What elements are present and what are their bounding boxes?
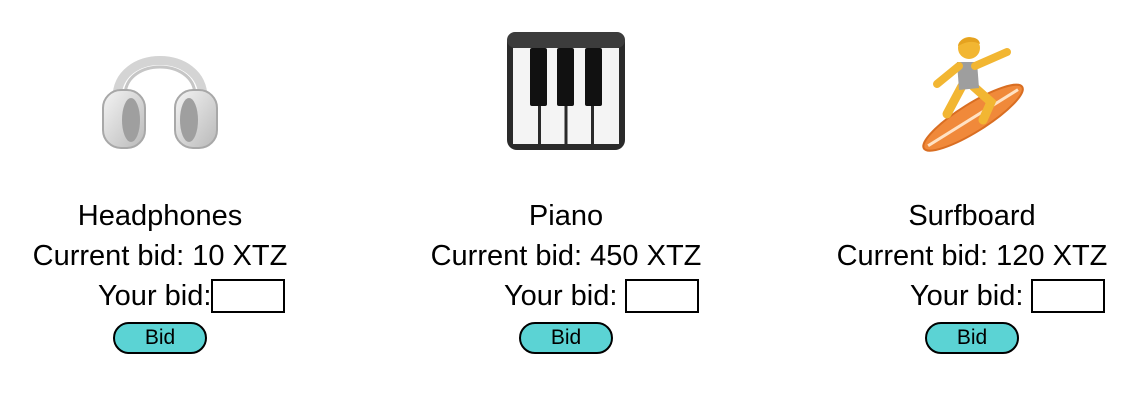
your-bid-row: Your bid: — [98, 278, 286, 314]
your-bid-row: Your bid: — [504, 278, 700, 314]
item-name: Headphones — [77, 200, 243, 232]
bid-input[interactable] — [625, 279, 700, 313]
auction-item-headphones: Headphones Current bid: 10 XTZ Your bid:… — [0, 0, 320, 400]
bid-input[interactable] — [1031, 279, 1106, 313]
auction-item-surfboard: Surfboard Current bid: 120 XTZ Your bid:… — [812, 0, 1132, 400]
item-name: Piano — [528, 200, 604, 232]
piano-keyboard-icon — [501, 28, 631, 158]
your-bid-label: Your bid: — [98, 280, 212, 312]
bid-input[interactable] — [211, 279, 286, 313]
surfer-icon — [907, 28, 1037, 158]
your-bid-label: Your bid: — [910, 280, 1032, 312]
bid-button[interactable]: Bid — [925, 322, 1019, 354]
bid-button[interactable]: Bid — [113, 322, 207, 354]
current-bid-text: Current bid: 120 XTZ — [836, 240, 1108, 272]
current-bid-text: Current bid: 10 XTZ — [32, 240, 288, 272]
headphones-icon — [95, 28, 225, 158]
your-bid-row: Your bid: — [910, 278, 1106, 314]
your-bid-label: Your bid: — [504, 280, 626, 312]
bid-button[interactable]: Bid — [519, 322, 613, 354]
item-name: Surfboard — [908, 200, 1036, 232]
auction-item-piano: Piano Current bid: 450 XTZ Your bid: Bid — [406, 0, 726, 400]
auction-page: Headphones Current bid: 10 XTZ Your bid:… — [0, 0, 1148, 400]
current-bid-text: Current bid: 450 XTZ — [430, 240, 702, 272]
